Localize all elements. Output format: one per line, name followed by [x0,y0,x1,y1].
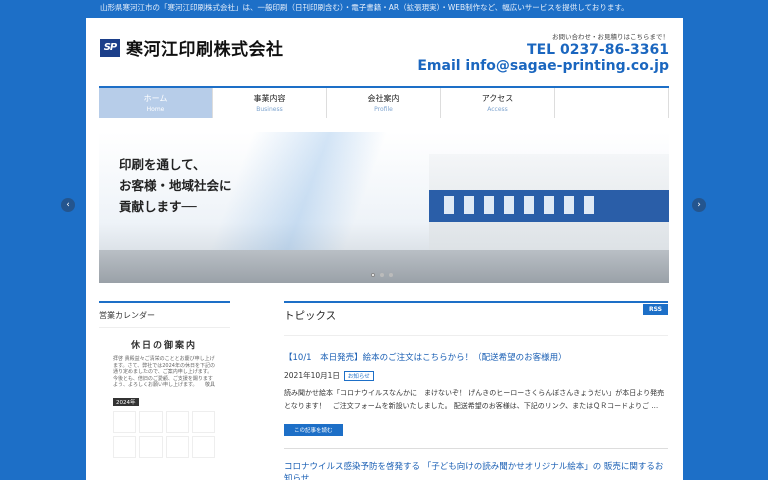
post-title-link[interactable]: コロナウイルス感染予防を啓発する 「子ども向けの読み聞かせオリジナル絵本」の 販… [284,461,668,480]
nav-item-access[interactable]: アクセス Access [441,88,555,118]
nav-item-business[interactable]: 事業内容 Business [213,88,327,118]
topics-header: トピックス RSS [284,301,668,327]
hero-window [504,196,514,214]
calendar-month [113,410,137,433]
hero-window [544,196,554,214]
main-content: トピックス RSS 【10/1 本日発売】絵本のご注文はこちらから！（配送希望の… [284,301,668,480]
hero-line: お客様・地域社会に [119,178,232,193]
hero-window [564,196,574,214]
post-excerpt: 読み聞かせ絵本「コロナウイルスなんかに まけないぞ！ げんきのヒーローさくらんぼ… [284,389,665,410]
contact-note: お問い合わせ・お見積りはこちらまで！ [552,33,669,41]
post-meta: 2021年10月1日 お知らせ [284,370,668,381]
calendar-month [191,435,215,458]
site-tagline: 山形県寒河江市の「寒河江印刷株式会社」は、一般印刷（日刊印刷含む）・電子書籍・A… [100,3,629,12]
global-nav: ホーム Home 事業内容 Business 会社案内 Profile アクセス… [99,86,669,118]
slider-next-arrow-icon[interactable]: › [692,198,706,212]
hero-line: 貢献します── [119,199,197,214]
calendar-month [165,410,189,433]
contact-block: お問い合わせ・お見積りはこちらまで！ TEL 0237-86-3361 Emai… [417,31,669,74]
calendar-month [139,435,163,458]
hero-line: 印刷を通して、 [119,157,206,172]
post-title-link[interactable]: 【10/1 本日発売】絵本のご注文はこちらから！（配送希望のお客様用） [284,352,668,364]
rss-button[interactable]: RSS [643,303,668,315]
contact-tel[interactable]: TEL 0237-86-3361 [417,42,669,58]
calendar-heading: 休日の御案内 [130,341,197,351]
slider-dot[interactable] [371,273,375,277]
nav-item-empty[interactable] [555,88,669,118]
calendar-month [191,410,215,433]
post-category-tag[interactable]: お知らせ [343,370,374,381]
nav-item-home[interactable]: ホーム Home [99,88,213,118]
company-name: 寒河江印刷株式会社 [126,40,284,60]
hero-slider[interactable]: 印刷を通して、 お客様・地域社会に 貢献します── [99,132,669,283]
hero-copy: 印刷を通して、 お客様・地域社会に 貢献します── [119,154,232,217]
calendar-year: 2024年 [113,397,139,406]
nav-item-profile[interactable]: 会社案内 Profile [327,88,441,118]
topics-title: トピックス [284,309,337,322]
slider-pagination [371,273,393,277]
read-more-button[interactable]: この記事を読む [284,424,343,436]
hero-window [464,196,474,214]
hero-window [444,196,454,214]
hero-window [524,196,534,214]
calendar-month [113,435,137,458]
calendar-month [139,410,163,433]
sidebar-title: 営業カレンダー [99,301,230,328]
post-date: 2021年10月1日 [284,371,340,380]
site-logo[interactable]: SP 寒河江印刷株式会社 [100,35,284,60]
nav-label-jp: アクセス [481,94,514,103]
hero-window [584,196,594,214]
nav-label-en: Business [256,106,283,113]
holiday-calendar[interactable]: 休日の御案内 拝啓 貴殿益々ご清栄のこととお慶び申し上げます。さて、弊社では20… [107,338,221,458]
contact-email[interactable]: Email info@sagae-printing.co.jp [417,58,669,74]
logo-mark-icon: SP [100,38,120,57]
calendar-month [165,435,189,458]
page-container: SP 寒河江印刷株式会社 お問い合わせ・お見積りはこちらまで！ TEL 0237… [86,18,683,480]
slider-dot[interactable] [389,273,393,277]
slider-prev-arrow-icon[interactable]: ‹ [61,198,75,212]
nav-label-jp: 会社案内 [367,94,400,103]
nav-label-en: Profile [374,106,393,113]
topic-post: 【10/1 本日発売】絵本のご注文はこちらから！（配送希望のお客様用） 2021… [284,335,668,436]
topic-post: コロナウイルス感染予防を啓発する 「子ども向けの読み聞かせオリジナル絵本」の 販… [284,448,668,480]
calendar-notice: 拝啓 貴殿益々ご清栄のこととお慶び申し上げます。さて、弊社では2024年の休日を… [113,356,216,388]
nav-label-en: Home [146,106,165,113]
hero-parking-lot [99,250,669,283]
hero-window [484,196,494,214]
nav-label-jp: 事業内容 [253,94,286,103]
sidebar: 営業カレンダー 休日の御案内 拝啓 貴殿益々ご清栄のこととお慶び申し上げます。さ… [99,301,230,458]
calendar-grid [107,410,221,458]
nav-label-en: Access [487,106,508,113]
nav-label-jp: ホーム [143,94,168,103]
slider-dot[interactable] [380,273,384,277]
